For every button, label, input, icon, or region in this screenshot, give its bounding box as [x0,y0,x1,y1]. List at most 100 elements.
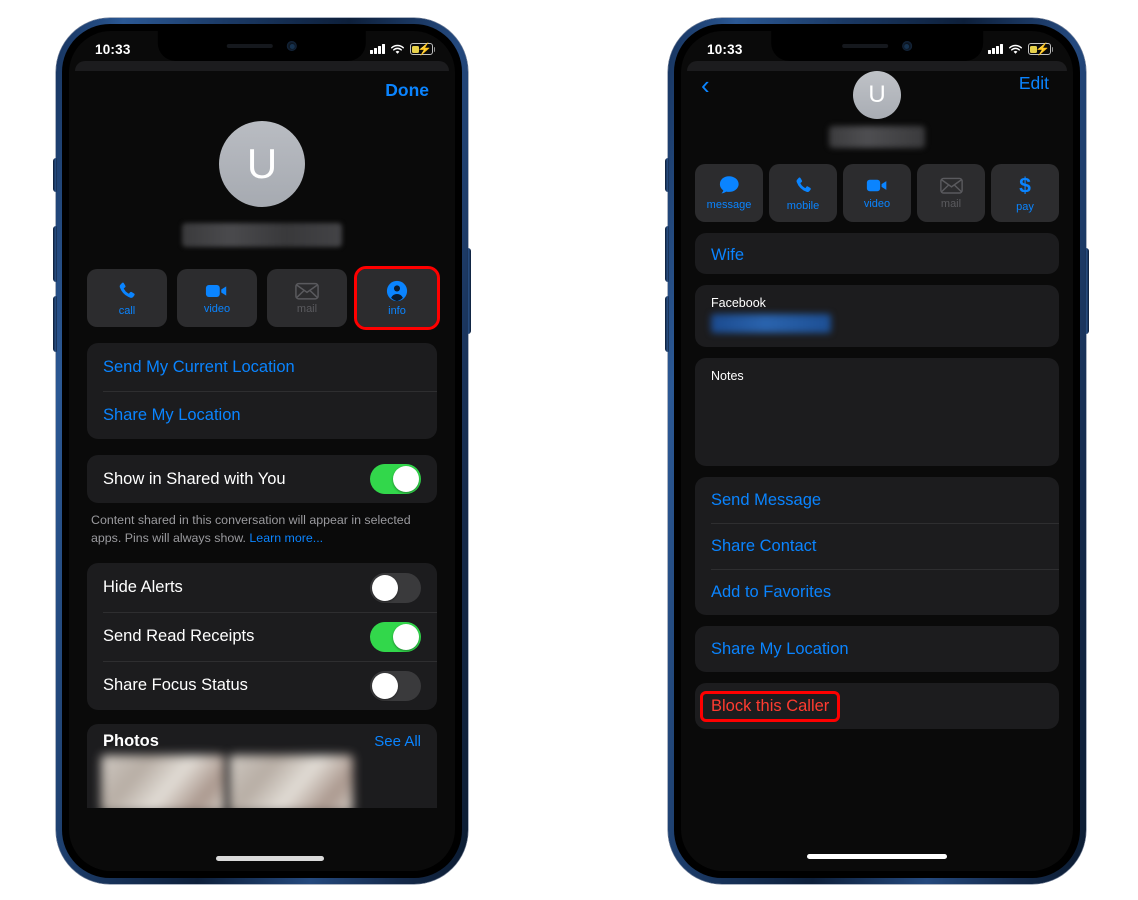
phone-icon [796,177,811,192]
mobile-button[interactable]: mobile [769,164,837,222]
volume-down-button[interactable] [665,296,669,352]
phone-field-row[interactable]: Wife [695,233,1059,274]
share-focus-status-row[interactable]: Share Focus Status [87,661,437,710]
mail-button: mail [267,269,347,327]
contact-name-redacted [182,223,342,247]
video-label: video [863,197,891,210]
avatar[interactable]: U [219,121,305,207]
power-button[interactable] [467,248,471,334]
hide-alerts-toggle[interactable] [370,572,421,603]
notes-field-group: Notes [695,358,1059,466]
edit-button[interactable]: Edit [1019,73,1049,94]
video-button[interactable]: video [177,269,257,327]
show-in-shared-with-you-toggle[interactable] [370,464,421,494]
phone-field-value: Wife [711,246,744,264]
facebook-field-row[interactable]: Facebook [695,285,1059,347]
video-label: video [203,302,231,315]
share-my-location-row[interactable]: Share My Location [87,391,437,439]
avatar[interactable]: U [853,71,901,119]
notes-field-label: Notes [711,369,744,383]
notch [771,31,983,61]
block-caller-group: Block this Caller [695,683,1059,729]
phone-field-label [711,237,1043,245]
send-current-location-label: Send My Current Location [103,357,295,376]
share-contact-row[interactable]: Share Contact [695,523,1059,569]
mute-switch[interactable] [53,158,57,192]
send-read-receipts-toggle[interactable] [370,621,421,652]
show-in-shared-with-you-label: Show in Shared with You [103,469,286,488]
volume-up-button[interactable] [53,226,57,282]
back-button[interactable]: ‹ [701,72,710,98]
shared-with-you-group: Show in Shared with You [87,455,437,503]
notes-field-row[interactable]: Notes [695,358,1059,466]
send-message-row[interactable]: Send Message [695,477,1059,523]
see-all-button[interactable]: See All [374,733,421,750]
status-time: 10:33 [95,41,131,57]
volume-down-button[interactable] [53,296,57,352]
contact-header: U [681,71,1073,148]
send-read-receipts-label: Send Read Receipts [103,627,255,646]
info-label: info [388,304,406,317]
hide-alerts-label: Hide Alerts [103,578,183,597]
left-iphone-device: 10:33 ⚡ Done U call video mail info Send… [53,18,471,884]
envelope-icon [295,282,319,300]
photo-thumbnail[interactable] [229,755,353,809]
show-in-shared-with-you-row[interactable]: Show in Shared with You [87,455,437,503]
power-button[interactable] [1085,248,1089,334]
status-indicators: ⚡ [370,43,436,56]
share-contact-label: Share Contact [711,536,817,555]
person-circle-icon [386,280,408,301]
location-group: Send My Current Location Share My Locati… [87,343,437,439]
contact-quick-actions-row: message mobile video mail $ pay [681,164,1073,222]
share-focus-status-toggle[interactable] [370,670,421,701]
mute-switch[interactable] [665,158,669,192]
send-current-location-row[interactable]: Send My Current Location [87,343,437,391]
front-camera-icon [901,41,912,51]
photos-card: Photos See All [87,724,437,809]
left-nav-bar: Done [69,67,455,105]
block-this-caller-label[interactable]: Block this Caller [699,690,841,722]
left-phone-bezel: 10:33 ⚡ Done U call video mail info Send… [62,24,462,878]
notch [157,31,367,61]
call-button[interactable]: call [87,269,167,327]
wifi-icon [390,44,405,54]
video-camera-icon [205,284,227,297]
learn-more-link[interactable]: Learn more... [249,531,323,545]
photo-strip-scrollbar[interactable] [215,856,324,861]
done-button[interactable]: Done [385,80,429,101]
alerts-toggles-group: Hide Alerts Send Read Receipts Share Foc… [87,563,437,711]
right-phone-screen: 10:33 ⚡ ‹ Edit U message mobile video ma… [681,31,1073,871]
add-to-favorites-row[interactable]: Add to Favorites [695,569,1059,615]
share-location-group: Share My Location [695,626,1059,672]
signal-bars-icon [370,44,385,54]
volume-up-button[interactable] [665,226,669,282]
left-phone-screen: 10:33 ⚡ Done U call video mail info Send… [69,31,455,871]
facebook-field-value-redacted [711,314,831,333]
info-button[interactable]: info [354,266,440,330]
call-label: call [118,304,136,317]
mobile-label: mobile [786,199,820,212]
mail-button: mail [917,164,985,222]
block-this-caller-row[interactable]: Block this Caller [695,683,1059,729]
photo-thumbnail[interactable] [101,755,225,809]
video-camera-icon [866,179,886,191]
video-button[interactable]: video [843,164,911,222]
share-my-location-label: Share My Location [103,405,241,424]
wifi-icon [1008,44,1023,54]
right-phone-content: ‹ Edit U message mobile video mail $ pay… [681,67,1073,871]
earpiece-speaker-icon [227,44,273,48]
share-my-location-label: Share My Location [711,639,849,658]
battery-charging-icon: ⚡ [410,43,436,56]
pay-button[interactable]: $ pay [991,164,1059,222]
photos-header: Photos See All [87,724,437,755]
signal-bars-icon [988,44,1003,54]
facebook-field-group: Facebook [695,285,1059,347]
send-read-receipts-row[interactable]: Send Read Receipts [87,612,437,661]
right-phone-bezel: 10:33 ⚡ ‹ Edit U message mobile video ma… [674,24,1080,878]
mail-label: mail [940,197,962,210]
share-my-location-row[interactable]: Share My Location [695,626,1059,672]
message-button[interactable]: message [695,164,763,222]
hide-alerts-row[interactable]: Hide Alerts [87,563,437,612]
pay-label: pay [1016,201,1034,213]
photo-thumbnail-strip[interactable] [87,755,437,809]
